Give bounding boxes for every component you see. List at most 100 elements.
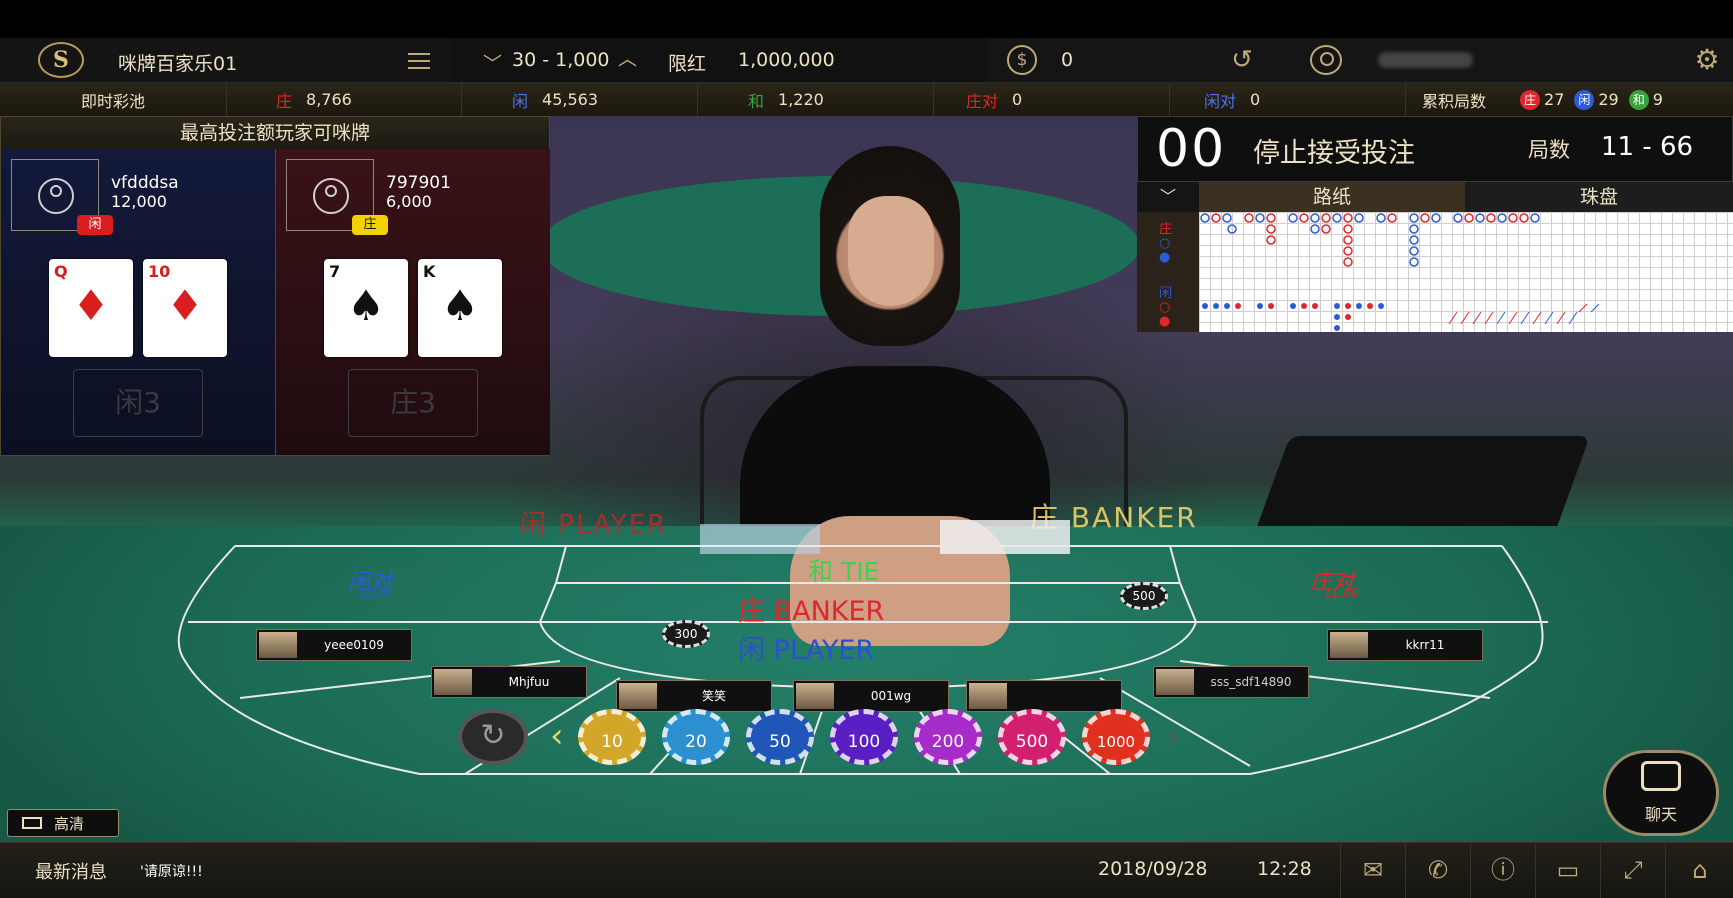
news-ticker: '请原谅!!!: [140, 864, 203, 880]
tie-badge: 和: [1628, 89, 1649, 110]
squeeze-panel-heading: 最高投注额玩家可咪牌: [1, 117, 549, 150]
chip-next-icon[interactable]: ›: [1166, 716, 1180, 756]
banker-tag: 庄: [352, 215, 388, 235]
tab-roadmap[interactable]: 路纸: [1199, 182, 1465, 212]
info-icon[interactable]: ⓘ: [1470, 843, 1535, 898]
avatar: [796, 683, 834, 709]
pool-player-pair: 闲对 0: [1170, 83, 1406, 116]
player-pair-odds: 11:00: [358, 586, 393, 600]
username-blurred: [1378, 52, 1473, 68]
table-chip-banker: 500: [1120, 582, 1168, 610]
countdown: 00: [1156, 119, 1227, 179]
player-tag: 闲: [77, 215, 113, 235]
squeeze-card-panel: 最高投注额玩家可咪牌 vfdddsa 12,000 闲 Q ♦ 10 ♦ 闲3 79…: [0, 116, 550, 456]
player-hand: vfdddsa 12,000 闲 Q ♦ 10 ♦ 闲3: [1, 149, 275, 455]
time: 12:28: [1257, 858, 1312, 880]
limit-segment: ﹀ 30 - 1,000 ︿ 限红 1,000,000: [450, 38, 987, 82]
chip-100[interactable]: 100: [830, 709, 898, 765]
seat-1: yeee0109: [256, 629, 412, 661]
seat-5: [966, 680, 1122, 712]
chat-button[interactable]: 聊天: [1603, 750, 1719, 836]
avatar: [1156, 669, 1194, 695]
tie-area[interactable]: 和 TIE: [808, 552, 879, 588]
mail-icon[interactable]: ✉: [1340, 843, 1405, 898]
table-name: 咪牌百家乐01: [118, 53, 238, 75]
avatar: [434, 669, 472, 695]
collapse-road-icon[interactable]: ﹀: [1137, 182, 1199, 212]
betting-status: 00 停止接受投注 局数 11 - 66: [1137, 116, 1733, 182]
road-tabs: ﹀ 路纸 珠盘: [1137, 182, 1733, 212]
user-icon: [313, 178, 349, 214]
bottom-bar: 最新消息 '请原谅!!! 2018/09/28 12:28 ✉ ✆ ⓘ ▭ ⤢ …: [0, 842, 1733, 898]
chip-prev-icon[interactable]: ‹: [550, 716, 564, 756]
chip-50[interactable]: 50: [746, 709, 814, 765]
avatar: [1330, 632, 1368, 658]
phone-icon[interactable]: ✆: [1405, 843, 1470, 898]
banker-badge: 庄: [1520, 89, 1541, 110]
status-message: 停止接受投注: [1253, 138, 1415, 169]
limit-range: 30 - 1,000: [512, 49, 610, 71]
balance: 0: [1061, 49, 1074, 71]
limit-value: 1,000,000: [738, 49, 835, 71]
news-label: 最新消息: [35, 862, 107, 883]
repeat-bet-icon[interactable]: ↻: [458, 709, 528, 765]
player-card-2: 10 ♦: [143, 259, 227, 357]
road-grid: [1199, 212, 1733, 332]
round-label: 局数: [1528, 138, 1570, 162]
chip-20[interactable]: 20: [662, 709, 730, 765]
chip-500[interactable]: 500: [998, 709, 1066, 765]
tab-bead-plate[interactable]: 珠盘: [1465, 182, 1733, 212]
banker-card-1: 7 ♠: [324, 259, 408, 357]
home-icon[interactable]: ⌂: [1665, 843, 1733, 898]
player-top-bet-amount: 12,000: [111, 192, 167, 211]
pool-label: 即时彩池: [0, 83, 227, 116]
chevron-down-icon[interactable]: ﹀: [483, 49, 502, 76]
message-icon[interactable]: ▭: [1535, 843, 1600, 898]
video-camera-icon: [22, 817, 42, 829]
date: 2018/09/28: [1098, 858, 1208, 880]
road-side-player[interactable]: 闲: [1159, 282, 1172, 301]
dollar-icon: $: [1007, 45, 1037, 75]
user-icon: [38, 178, 74, 214]
player-area[interactable]: 闲 PLAYER: [738, 628, 874, 667]
banker-card-2: K ♠: [418, 259, 502, 357]
pool-banker: 庄 8,766: [226, 83, 462, 116]
round-value: 11 - 66: [1601, 132, 1694, 162]
fullscreen-icon[interactable]: ⤢: [1600, 843, 1665, 898]
table-chip-player: 300: [662, 620, 710, 648]
seat-3: 笑笑: [616, 680, 772, 712]
top-bar: S 咪牌百家乐01 ﹀ 30 - 1,000 ︿ 限红 1,000,000 $ …: [0, 38, 1733, 83]
chip-1000[interactable]: 1000: [1082, 709, 1150, 765]
user-icon[interactable]: [1310, 45, 1342, 75]
banker-area[interactable]: 庄 BANKER: [738, 589, 884, 628]
gear-icon[interactable]: ⚙: [1690, 43, 1724, 77]
player-total: 闲3: [73, 369, 203, 437]
seat-6: sss_sdf14890: [1153, 666, 1309, 698]
casino-logo-icon: S: [38, 42, 84, 78]
pool-player: 闲 45,563: [462, 83, 698, 116]
avatar: [619, 683, 657, 709]
avatar: [969, 683, 1007, 709]
chip-10[interactable]: 10: [578, 709, 646, 765]
banker-top-bet-amount: 6,000: [386, 192, 432, 211]
banker-top-bettor-name: 797901: [386, 173, 451, 193]
banker-total: 庄3: [348, 369, 478, 437]
banker-pair-odds: 11:00: [1324, 586, 1359, 600]
chip-200[interactable]: 200: [914, 709, 982, 765]
seat-4: 001wg: [793, 680, 949, 712]
chevron-up-icon[interactable]: ︿: [618, 44, 637, 71]
player-card-1: Q ♦: [49, 259, 133, 357]
road-side-banker[interactable]: 庄: [1159, 218, 1172, 237]
menu-icon[interactable]: [408, 50, 430, 70]
road-prediction: 庄 ○ ● 闲 ○ ●: [1137, 212, 1199, 332]
live-video-scene: 闲 PLAYER 庄 BANKER 闲对 11:00 和 TIE 庄 BANKE…: [0, 116, 1733, 842]
road-marks: [1200, 213, 1600, 331]
seat-7: kkrr11: [1327, 629, 1483, 661]
limit-label: 限红: [668, 53, 707, 75]
pool-banker-pair: 庄对 0: [934, 83, 1170, 116]
chip-rack: 10 20 50 100 200 500 1000: [578, 709, 1158, 769]
chat-bubble-icon: [1641, 761, 1681, 791]
cumulative-rounds: 累积局数 庄 27 闲 29 和9: [1422, 89, 1663, 111]
hd-button[interactable]: 高清: [7, 809, 119, 837]
refresh-icon[interactable]: ↺: [1227, 45, 1257, 75]
